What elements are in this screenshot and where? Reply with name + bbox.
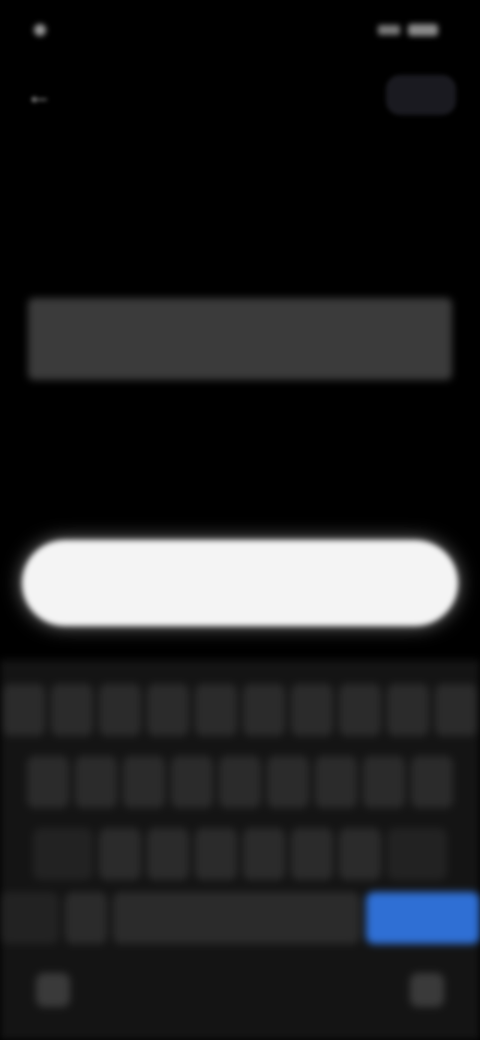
- key[interactable]: [171, 756, 213, 808]
- key[interactable]: [123, 756, 165, 808]
- status-bar: [0, 0, 480, 60]
- text-input[interactable]: [50, 325, 430, 353]
- keyboard-row-4: [0, 892, 480, 944]
- key[interactable]: [339, 828, 381, 880]
- backspace-key[interactable]: [387, 828, 447, 880]
- key[interactable]: [147, 684, 189, 736]
- key[interactable]: [243, 828, 285, 880]
- key[interactable]: [3, 684, 45, 736]
- keyboard-row-2: [0, 756, 480, 808]
- key[interactable]: [291, 828, 333, 880]
- shift-key[interactable]: [33, 828, 93, 880]
- text-input-field[interactable]: [28, 298, 452, 380]
- key[interactable]: [363, 756, 405, 808]
- status-left: [34, 24, 56, 36]
- key[interactable]: [99, 828, 141, 880]
- battery-icon: [408, 24, 438, 36]
- keyboard-nav-bar: [0, 960, 480, 1020]
- header: ←: [0, 60, 480, 130]
- symbols-key[interactable]: [0, 892, 60, 944]
- notification-icon: [34, 24, 46, 36]
- help-button[interactable]: [386, 75, 456, 115]
- key[interactable]: [195, 828, 237, 880]
- key[interactable]: [387, 684, 429, 736]
- key[interactable]: [411, 756, 453, 808]
- keyboard-hide-icon[interactable]: [410, 973, 444, 1007]
- continue-button[interactable]: [22, 540, 458, 626]
- key[interactable]: [435, 684, 477, 736]
- keyboard-row-1: [0, 684, 480, 736]
- keyboard-switch-icon[interactable]: [36, 973, 70, 1007]
- key[interactable]: [99, 684, 141, 736]
- space-key[interactable]: [112, 892, 360, 944]
- key[interactable]: [267, 756, 309, 808]
- key[interactable]: [27, 756, 69, 808]
- key[interactable]: [147, 828, 189, 880]
- enter-key[interactable]: [365, 892, 480, 944]
- keyboard-row-3: [0, 828, 480, 880]
- signal-icon: [378, 25, 400, 35]
- arrow-left-icon[interactable]: ←: [24, 80, 54, 110]
- status-right: [378, 24, 446, 36]
- keyboard: [0, 660, 480, 1040]
- key[interactable]: [243, 684, 285, 736]
- key[interactable]: [315, 756, 357, 808]
- key[interactable]: [195, 684, 237, 736]
- emoji-key[interactable]: [65, 892, 107, 944]
- key[interactable]: [339, 684, 381, 736]
- key[interactable]: [75, 756, 117, 808]
- key[interactable]: [51, 684, 93, 736]
- key[interactable]: [291, 684, 333, 736]
- key[interactable]: [219, 756, 261, 808]
